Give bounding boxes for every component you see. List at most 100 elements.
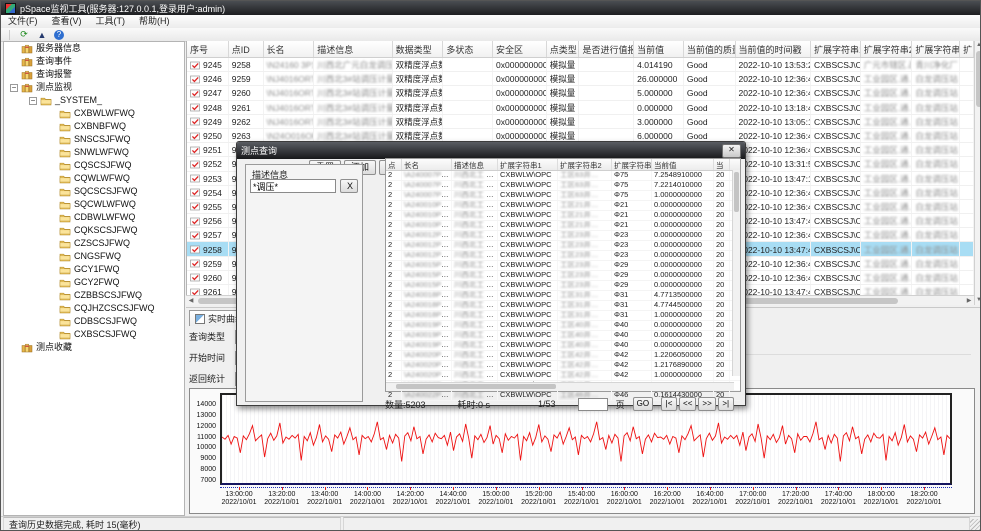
menu-item[interactable]: 帮助(H)	[132, 15, 177, 28]
table-row[interactable]: 92489261\NJ4016ORTHO…川西北3#站调压计量压…双精度浮点数0…	[187, 101, 974, 115]
result-row[interactable]: 2\A240015P10…川西北工 操作…CXBWLW\OPC工区23井…Φ29…	[386, 261, 740, 271]
tree-item-cdbwlwfwq[interactable]: CDBWLWFWQ	[4, 211, 184, 224]
tree-item-gcy2fwq[interactable]: GCY2FWQ	[4, 276, 184, 289]
tree-item-cqkscsjfwq[interactable]: CQKSCSJFWQ	[4, 224, 184, 237]
tree-item-snwlwfwq[interactable]: SNWLWFWQ	[4, 146, 184, 159]
column-header-12[interactable]: 扩展字符串1	[811, 41, 861, 57]
page-number-input[interactable]	[578, 398, 608, 411]
column-header-1[interactable]: 长名	[402, 159, 452, 170]
scroll-thumb[interactable]	[396, 384, 556, 389]
tree-item-测点收藏[interactable]: 测点收藏	[4, 341, 184, 354]
results-horizontal-scrollbar[interactable]	[386, 382, 734, 391]
column-header-5[interactable]: 扩展字符串3	[612, 159, 652, 170]
menu-item[interactable]: 工具(T)	[89, 15, 133, 28]
column-header-11[interactable]: 当前值的时间戳	[736, 41, 812, 57]
scroll-thumb[interactable]	[976, 51, 981, 107]
result-row[interactable]: 2\A240010P10…川西北工 操作…CXBWLW\OPC工区21井…Φ21…	[386, 211, 740, 221]
result-row[interactable]: 2\A240020P10…川西北工 操作…CXBWLW\OPC工区42井…Φ42…	[386, 351, 740, 361]
pager-button[interactable]: >|	[718, 397, 734, 411]
tree-item-测点监视[interactable]: −测点监视	[4, 81, 184, 94]
tree-item-cqscsjfwq[interactable]: CQSCSJFWQ	[4, 159, 184, 172]
tree-item-snscsjfwq[interactable]: SNSCSJFWQ	[4, 133, 184, 146]
clear-filter-button[interactable]: X	[340, 179, 358, 193]
result-row[interactable]: 2\A240020P10…川西北工 操作…CXBWLW\OPC工区42井…Φ42…	[386, 361, 740, 371]
pager-button[interactable]: >>	[698, 397, 715, 411]
result-row[interactable]: 2\A240018P10…川西北工 操作…CXBWLW\OPC工区31井…Φ31…	[386, 311, 740, 321]
column-header-3[interactable]: 扩展字符串1	[498, 159, 558, 170]
tree-item-cdbscsjfwq[interactable]: CDBSCSJFWQ	[4, 315, 184, 328]
result-row[interactable]: 2\A240018P10…川西北工 操作…CXBWLW\OPC工区31井…Φ31…	[386, 291, 740, 301]
refresh-icon[interactable]: ⟳	[18, 29, 30, 40]
column-header-15[interactable]: 扩	[960, 41, 974, 57]
scroll-thumb[interactable]	[734, 172, 739, 212]
column-header-7[interactable]: 当	[714, 159, 730, 170]
results-vertical-scrollbar[interactable]	[732, 170, 740, 376]
tree-item-cxbscsjfwq[interactable]: CXBSCSJFWQ	[4, 328, 184, 341]
tree-item-czbbscsjfwq[interactable]: CZBBSCSJFWQ	[4, 289, 184, 302]
column-header-1[interactable]: 点ID	[229, 41, 264, 57]
result-row[interactable]: 2\A240015P10…川西北工 操作…CXBWLW\OPC工区23井…Φ29…	[386, 281, 740, 291]
result-row[interactable]: 2\A240007P10…川西北工 操作…CXBWLW\OPC工区63井…Φ75…	[386, 191, 740, 201]
result-row[interactable]: 2\A240019P10…川西北工 操作…CXBWLW\OPC工区40井…Φ40…	[386, 341, 740, 351]
result-row[interactable]: 2\A240010P10…川西北工 操作…CXBWLW\OPC工区21井…Φ21…	[386, 201, 740, 211]
result-row[interactable]: 2\A240012P10…川西北工 操作…CXBWLW\OPC工区23井…Φ23…	[386, 241, 740, 251]
monitor-icon[interactable]: ▲	[36, 29, 48, 40]
table-vertical-scrollbar[interactable]: ▲ ▼	[974, 41, 981, 305]
pager-button[interactable]: |<	[661, 397, 677, 411]
tree-item-查询报警[interactable]: 查询报警	[4, 68, 184, 81]
expander-icon[interactable]: −	[29, 97, 37, 105]
dialog-title-bar[interactable]: 测点查询 ✕	[237, 142, 745, 159]
filter-value-input[interactable]	[250, 179, 336, 193]
column-header-7[interactable]: 点类型	[547, 41, 580, 57]
result-row[interactable]: 2\A240012P10…川西北工 操作…CXBWLW\OPC工区23井…Φ23…	[386, 231, 740, 241]
column-header-3[interactable]: 描述信息	[314, 41, 392, 57]
column-header-4[interactable]: 数据类型	[393, 41, 444, 57]
resize-grip[interactable]	[970, 519, 981, 531]
tree-item-sqcscsjfwq[interactable]: SQCSCSJFWQ	[4, 185, 184, 198]
column-header-0[interactable]: 序号	[187, 41, 229, 57]
table-row[interactable]: 92469259\NJ4016ORTHO…川西北3#站调压计量压…双精度浮点数0…	[187, 72, 974, 86]
menu-item[interactable]: 文件(F)	[1, 15, 45, 28]
column-header-5[interactable]: 多状态	[443, 41, 493, 57]
result-row[interactable]: 2\A240019P10…川西北工 操作…CXBWLW\OPC工区40井…Φ40…	[386, 331, 740, 341]
help-icon[interactable]: ?	[54, 30, 64, 40]
result-row[interactable]: 2\A240015P10…川西北工 操作…CXBWLW\OPC工区23井…Φ29…	[386, 271, 740, 281]
column-header-10[interactable]: 当前值的质量戳	[684, 41, 736, 57]
scroll-up-icon[interactable]: ▲	[975, 41, 981, 50]
tree-item-gcy1fwq[interactable]: GCY1FWQ	[4, 263, 184, 276]
column-header-4[interactable]: 扩展字符串2	[558, 159, 612, 170]
column-header-8[interactable]: 是否进行值报警	[579, 41, 634, 57]
result-row[interactable]: 2\A240019P10…川西北工 操作…CXBWLW\OPC工区40井…Φ40…	[386, 321, 740, 331]
column-header-9[interactable]: 当前值	[634, 41, 684, 57]
close-icon[interactable]: ✕	[722, 144, 741, 158]
table-row[interactable]: 92499262\NJ4016ORTHO…川西北3#站调压计量压…双精度浮点数0…	[187, 115, 974, 129]
column-header-13[interactable]: 扩展字符串2	[861, 41, 913, 57]
scroll-down-icon[interactable]: ▼	[975, 296, 981, 305]
scroll-right-icon[interactable]: ▶	[964, 296, 974, 306]
table-row[interactable]: 92479260\NJ4016ORTHO…川西北3#站调压计量压…双精度浮点数0…	[187, 86, 974, 100]
column-header-2[interactable]: 描述信息	[452, 159, 498, 170]
tree-item-cxbwlwfwq[interactable]: CXBWLWFWQ	[4, 107, 184, 120]
result-row[interactable]: 2\A240020P10…川西北工 操作…CXBWLW\OPC工区42井…Φ42…	[386, 371, 740, 381]
tree-item-_system_[interactable]: −_SYSTEM_	[4, 94, 184, 107]
result-row[interactable]: 2\A240007P10…川西北工 操作…CXBWLW\OPC工区63井…Φ75…	[386, 181, 740, 191]
tree-item-cxbnbfwq[interactable]: CXBNBFWQ	[4, 120, 184, 133]
tree-item-查询事件[interactable]: 查询事件	[4, 55, 184, 68]
tree-item-czscsjfwq[interactable]: CZSCSJFWQ	[4, 237, 184, 250]
pager-button[interactable]: <<	[679, 397, 696, 411]
tree-item-sqcwlwfwq[interactable]: SQCWLWFWQ	[4, 198, 184, 211]
expander-icon[interactable]: −	[10, 84, 18, 92]
tree-item-服务器信息[interactable]: 服务器信息	[4, 42, 184, 55]
tree-item-cngsfwq[interactable]: CNGSFWQ	[4, 250, 184, 263]
column-header-14[interactable]: 扩展字符串3	[912, 41, 960, 57]
column-header-2[interactable]: 长名	[264, 41, 315, 57]
go-button[interactable]: GO	[633, 397, 653, 411]
table-row[interactable]: 92459258\N24160 3P10000…川西北广元白龙调压…双精度浮点数…	[187, 58, 974, 72]
result-row[interactable]: 2\A240012P10…川西北工 操作…CXBWLW\OPC工区23井…Φ23…	[386, 251, 740, 261]
result-row[interactable]: 2\A240007P10…川西北工 操作…CXBWLW\OPC工区63井…Φ75…	[386, 171, 740, 181]
tree-item-cqwlwfwq[interactable]: CQWLWFWQ	[4, 172, 184, 185]
scroll-left-icon[interactable]: ◀	[186, 296, 196, 306]
result-row[interactable]: 2\A240010P10…川西北工 操作…CXBWLW\OPC工区21井…Φ21…	[386, 221, 740, 231]
column-header-0[interactable]: 点	[386, 159, 402, 170]
menu-item[interactable]: 查看(V)	[45, 15, 89, 28]
